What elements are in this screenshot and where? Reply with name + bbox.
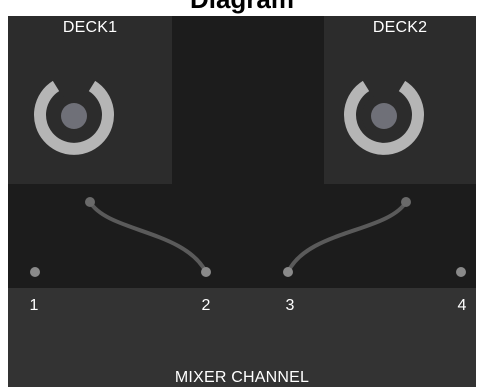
cable-deck1-to-port2 — [88, 200, 208, 274]
port-4-jack — [456, 267, 466, 277]
patch-workspace[interactable]: DECK1 DECK2 1 2 3 4 MIXER CHANNEL — [8, 16, 476, 387]
deck2-label: DECK2 — [372, 19, 428, 36]
deck1-panel[interactable]: DECK1 — [8, 16, 172, 184]
port-3-jack — [283, 267, 293, 277]
deck2-output-jack — [401, 197, 411, 207]
deck1-output-jack — [85, 197, 95, 207]
port-4-label: 4 — [457, 297, 467, 314]
port-3-label: 3 — [285, 297, 295, 314]
port-2-label: 2 — [201, 297, 211, 314]
deck1-label: DECK1 — [62, 19, 118, 36]
port-2-jack — [201, 267, 211, 277]
mixer-channel-panel[interactable]: 1 2 3 4 MIXER CHANNEL — [8, 288, 476, 387]
vinyl-record-icon[interactable] — [342, 74, 426, 158]
mixer-channel-label: MIXER CHANNEL — [174, 369, 310, 386]
port-1-jack — [30, 267, 40, 277]
app-window: Diagram DECK1 DECK2 — [0, 0, 484, 387]
cable-deck2-to-port3 — [286, 200, 408, 274]
port-1-label: 1 — [29, 297, 39, 314]
vinyl-record-icon[interactable] — [32, 74, 116, 158]
deck2-panel[interactable]: DECK2 — [324, 16, 476, 184]
page-title: Diagram — [0, 0, 484, 14]
header-strip: Diagram — [0, 0, 484, 16]
